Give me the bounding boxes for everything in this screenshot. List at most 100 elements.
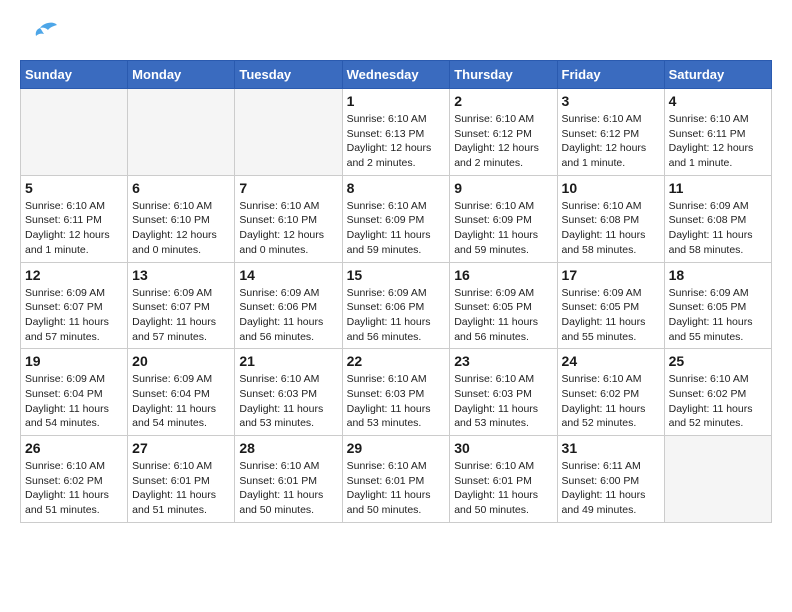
day-number: 2: [454, 93, 552, 109]
calendar-cell: 22 Sunrise: 6:10 AM Sunset: 6:03 PM Dayli…: [342, 349, 450, 436]
weekday-header-friday: Friday: [557, 61, 664, 89]
day-number: 29: [347, 440, 446, 456]
calendar-cell: [128, 89, 235, 176]
day-info: Sunrise: 6:09 AM Sunset: 6:05 PM Dayligh…: [562, 286, 660, 345]
calendar-cell: 17 Sunrise: 6:09 AM Sunset: 6:05 PM Dayli…: [557, 262, 664, 349]
weekday-header-wednesday: Wednesday: [342, 61, 450, 89]
day-number: 24: [562, 353, 660, 369]
day-info: Sunrise: 6:10 AM Sunset: 6:10 PM Dayligh…: [239, 199, 337, 258]
calendar-cell: 15Sunrise: 6:09 AM Sunset: 6:06 PM Dayli…: [342, 262, 450, 349]
day-info: Sunrise: 6:10 AM Sunset: 6:02 PM Dayligh…: [25, 459, 123, 518]
day-info: Sunrise: 6:10 AM Sunset: 6:10 PM Dayligh…: [132, 199, 230, 258]
day-info: Sunrise: 6:09 AM Sunset: 6:07 PM Dayligh…: [25, 286, 123, 345]
day-info: Sunrise: 6:10 AM Sunset: 6:01 PM Dayligh…: [454, 459, 552, 518]
calendar-cell: 23 Sunrise: 6:10 AM Sunset: 6:03 PM Dayli…: [450, 349, 557, 436]
day-info: Sunrise: 6:10 AM Sunset: 6:12 PM Dayligh…: [562, 112, 660, 171]
day-number: 17: [562, 267, 660, 283]
calendar-cell: 14 Sunrise: 6:09 AM Sunset: 6:06 PM Dayli…: [235, 262, 342, 349]
day-info: Sunrise: 6:10 AM Sunset: 6:08 PM Dayligh…: [562, 199, 660, 258]
calendar-cell: 31 Sunrise: 6:11 AM Sunset: 6:00 PM Dayli…: [557, 436, 664, 523]
weekday-header-saturday: Saturday: [664, 61, 771, 89]
day-number: 10: [562, 180, 660, 196]
calendar-cell: 30 Sunrise: 6:10 AM Sunset: 6:01 PM Dayli…: [450, 436, 557, 523]
calendar-cell: 26 Sunrise: 6:10 AM Sunset: 6:02 PM Dayli…: [21, 436, 128, 523]
calendar-cell: 27 Sunrise: 6:10 AM Sunset: 6:01 PM Dayli…: [128, 436, 235, 523]
day-info: Sunrise: 6:09 AM Sunset: 6:06 PM Dayligh…: [347, 286, 446, 345]
day-number: 1: [347, 93, 446, 109]
calendar-cell: 9 Sunrise: 6:10 AM Sunset: 6:09 PM Daylig…: [450, 175, 557, 262]
calendar-cell: 24Sunrise: 6:10 AM Sunset: 6:02 PM Dayli…: [557, 349, 664, 436]
calendar-cell: 3 Sunrise: 6:10 AM Sunset: 6:12 PM Daylig…: [557, 89, 664, 176]
calendar-cell: 29 Sunrise: 6:10 AM Sunset: 6:01 PM Dayli…: [342, 436, 450, 523]
day-info: Sunrise: 6:09 AM Sunset: 6:06 PM Dayligh…: [239, 286, 337, 345]
day-number: 30: [454, 440, 552, 456]
day-info: Sunrise: 6:10 AM Sunset: 6:11 PM Dayligh…: [669, 112, 767, 171]
calendar-week-5: 26 Sunrise: 6:10 AM Sunset: 6:02 PM Dayli…: [21, 436, 772, 523]
day-info: Sunrise: 6:10 AM Sunset: 6:01 PM Dayligh…: [347, 459, 446, 518]
day-number: 5: [25, 180, 123, 196]
calendar-week-4: 19 Sunrise: 6:09 AM Sunset: 6:04 PM Dayli…: [21, 349, 772, 436]
weekday-header-tuesday: Tuesday: [235, 61, 342, 89]
calendar-cell: 10 Sunrise: 6:10 AM Sunset: 6:08 PM Dayli…: [557, 175, 664, 262]
calendar-week-2: 5 Sunrise: 6:10 AM Sunset: 6:11 PM Daylig…: [21, 175, 772, 262]
calendar-cell: [235, 89, 342, 176]
day-info: Sunrise: 6:09 AM Sunset: 6:08 PM Dayligh…: [669, 199, 767, 258]
day-info: Sunrise: 6:10 AM Sunset: 6:01 PM Dayligh…: [132, 459, 230, 518]
day-info: Sunrise: 6:09 AM Sunset: 6:05 PM Dayligh…: [454, 286, 552, 345]
calendar-cell: 21 Sunrise: 6:10 AM Sunset: 6:03 PM Dayli…: [235, 349, 342, 436]
day-info: Sunrise: 6:10 AM Sunset: 6:03 PM Dayligh…: [454, 372, 552, 431]
calendar-cell: 12 Sunrise: 6:09 AM Sunset: 6:07 PM Dayli…: [21, 262, 128, 349]
day-number: 6: [132, 180, 230, 196]
weekday-header-sunday: Sunday: [21, 61, 128, 89]
calendar-cell: 16Sunrise: 6:09 AM Sunset: 6:05 PM Dayli…: [450, 262, 557, 349]
day-number: 27: [132, 440, 230, 456]
day-info: Sunrise: 6:10 AM Sunset: 6:12 PM Dayligh…: [454, 112, 552, 171]
day-info: Sunrise: 6:09 AM Sunset: 6:07 PM Dayligh…: [132, 286, 230, 345]
weekday-header-thursday: Thursday: [450, 61, 557, 89]
calendar-cell: 13 Sunrise: 6:09 AM Sunset: 6:07 PM Dayli…: [128, 262, 235, 349]
day-number: 21: [239, 353, 337, 369]
day-number: 23: [454, 353, 552, 369]
day-number: 25: [669, 353, 767, 369]
calendar-cell: 18Sunrise: 6:09 AM Sunset: 6:05 PM Dayli…: [664, 262, 771, 349]
day-number: 13: [132, 267, 230, 283]
day-info: Sunrise: 6:10 AM Sunset: 6:13 PM Dayligh…: [347, 112, 446, 171]
calendar-cell: 2 Sunrise: 6:10 AM Sunset: 6:12 PM Daylig…: [450, 89, 557, 176]
calendar-week-1: 1 Sunrise: 6:10 AM Sunset: 6:13 PM Daylig…: [21, 89, 772, 176]
calendar-cell: 28 Sunrise: 6:10 AM Sunset: 6:01 PM Dayli…: [235, 436, 342, 523]
day-number: 8: [347, 180, 446, 196]
day-info: Sunrise: 6:11 AM Sunset: 6:00 PM Dayligh…: [562, 459, 660, 518]
day-info: Sunrise: 6:10 AM Sunset: 6:03 PM Dayligh…: [239, 372, 337, 431]
day-number: 3: [562, 93, 660, 109]
day-number: 28: [239, 440, 337, 456]
day-number: 14: [239, 267, 337, 283]
day-number: 22: [347, 353, 446, 369]
day-number: 9: [454, 180, 552, 196]
day-info: Sunrise: 6:10 AM Sunset: 6:01 PM Dayligh…: [239, 459, 337, 518]
day-number: 12: [25, 267, 123, 283]
calendar-table: SundayMondayTuesdayWednesdayThursdayFrid…: [20, 60, 772, 523]
calendar-cell: 6 Sunrise: 6:10 AM Sunset: 6:10 PM Daylig…: [128, 175, 235, 262]
calendar-cell: 20 Sunrise: 6:09 AM Sunset: 6:04 PM Dayli…: [128, 349, 235, 436]
calendar-header-row: SundayMondayTuesdayWednesdayThursdayFrid…: [21, 61, 772, 89]
day-number: 26: [25, 440, 123, 456]
day-number: 19: [25, 353, 123, 369]
day-number: 4: [669, 93, 767, 109]
day-info: Sunrise: 6:10 AM Sunset: 6:09 PM Dayligh…: [454, 199, 552, 258]
calendar-cell: 25Sunrise: 6:10 AM Sunset: 6:02 PM Dayli…: [664, 349, 771, 436]
calendar-cell: 11Sunrise: 6:09 AM Sunset: 6:08 PM Dayli…: [664, 175, 771, 262]
calendar-cell: 19 Sunrise: 6:09 AM Sunset: 6:04 PM Dayli…: [21, 349, 128, 436]
day-info: Sunrise: 6:09 AM Sunset: 6:04 PM Dayligh…: [132, 372, 230, 431]
calendar-cell: 7 Sunrise: 6:10 AM Sunset: 6:10 PM Daylig…: [235, 175, 342, 262]
logo: [20, 20, 62, 50]
day-number: 31: [562, 440, 660, 456]
day-info: Sunrise: 6:10 AM Sunset: 6:11 PM Dayligh…: [25, 199, 123, 258]
calendar-week-3: 12 Sunrise: 6:09 AM Sunset: 6:07 PM Dayli…: [21, 262, 772, 349]
day-info: Sunrise: 6:10 AM Sunset: 6:09 PM Dayligh…: [347, 199, 446, 258]
day-number: 7: [239, 180, 337, 196]
day-number: 20: [132, 353, 230, 369]
calendar-cell: [664, 436, 771, 523]
day-info: Sunrise: 6:09 AM Sunset: 6:04 PM Dayligh…: [25, 372, 123, 431]
day-number: 18: [669, 267, 767, 283]
day-info: Sunrise: 6:10 AM Sunset: 6:03 PM Dayligh…: [347, 372, 446, 431]
